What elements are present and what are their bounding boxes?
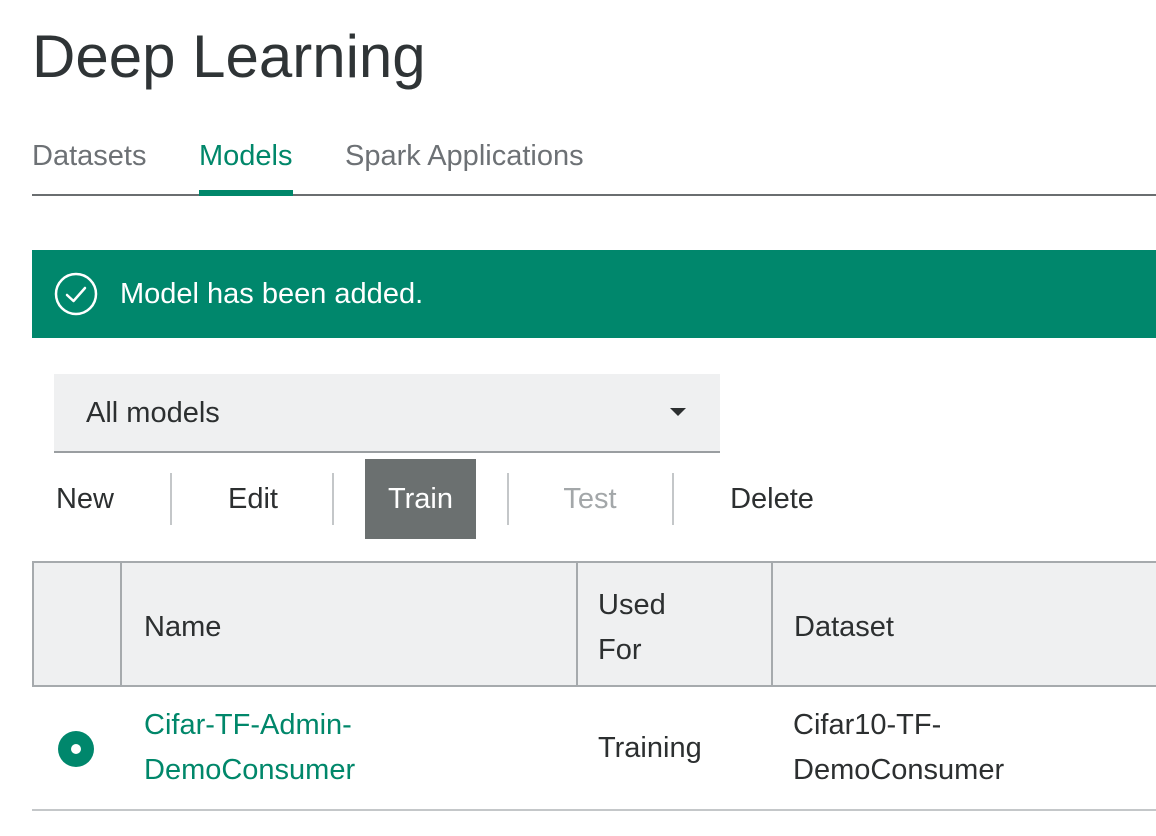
column-header-label: Used xyxy=(598,589,666,621)
table-row[interactable]: Cifar-TF-Admin- DemoConsumer Training Ci… xyxy=(32,687,1156,811)
tab-datasets[interactable]: Datasets xyxy=(32,134,146,194)
column-header-label: Name xyxy=(144,611,222,643)
toolbar-divider xyxy=(332,473,334,525)
caret-down-icon xyxy=(670,408,686,416)
tab-bar: Datasets Models Spark Applications xyxy=(32,134,1156,196)
toolbar-divider xyxy=(507,473,509,525)
delete-button[interactable]: Delete xyxy=(712,459,832,539)
model-name-link[interactable]: Cifar-TF-Admin- xyxy=(144,703,352,748)
column-header-label: Dataset xyxy=(794,611,894,643)
train-button[interactable]: Train xyxy=(365,459,476,539)
models-filter-dropdown[interactable]: All models xyxy=(54,374,720,453)
checkmark-circle-icon xyxy=(54,272,98,316)
dataset-cell: Cifar10-TF- xyxy=(793,709,942,741)
new-button[interactable]: New xyxy=(32,459,138,539)
column-header-label: For xyxy=(598,634,642,666)
tab-spark-applications[interactable]: Spark Applications xyxy=(345,134,584,194)
models-table: Name Used For Dataset Cifar-TF-Admin- De… xyxy=(32,561,1156,811)
action-toolbar: New Edit Train Test Delete xyxy=(32,459,892,539)
page-title: Deep Learning xyxy=(32,23,426,90)
notification-message: Model has been added. xyxy=(120,278,424,310)
toolbar-divider xyxy=(170,473,172,525)
tab-models[interactable]: Models xyxy=(199,134,293,196)
test-button[interactable]: Test xyxy=(537,459,643,539)
column-header-used-for[interactable]: Used For xyxy=(578,563,771,685)
toolbar-divider xyxy=(672,473,674,525)
column-header-name[interactable]: Name xyxy=(122,563,576,685)
used-for-cell: Training xyxy=(598,732,702,764)
column-header-dataset[interactable]: Dataset xyxy=(773,563,1156,685)
model-name-link[interactable]: DemoConsumer xyxy=(144,748,355,793)
edit-button[interactable]: Edit xyxy=(200,459,306,539)
table-header: Name Used For Dataset xyxy=(32,561,1156,687)
success-notification: Model has been added. xyxy=(32,250,1156,338)
dropdown-selected-value: All models xyxy=(86,397,220,429)
row-select-radio[interactable] xyxy=(58,731,94,767)
dataset-cell: DemoConsumer xyxy=(793,754,1005,786)
